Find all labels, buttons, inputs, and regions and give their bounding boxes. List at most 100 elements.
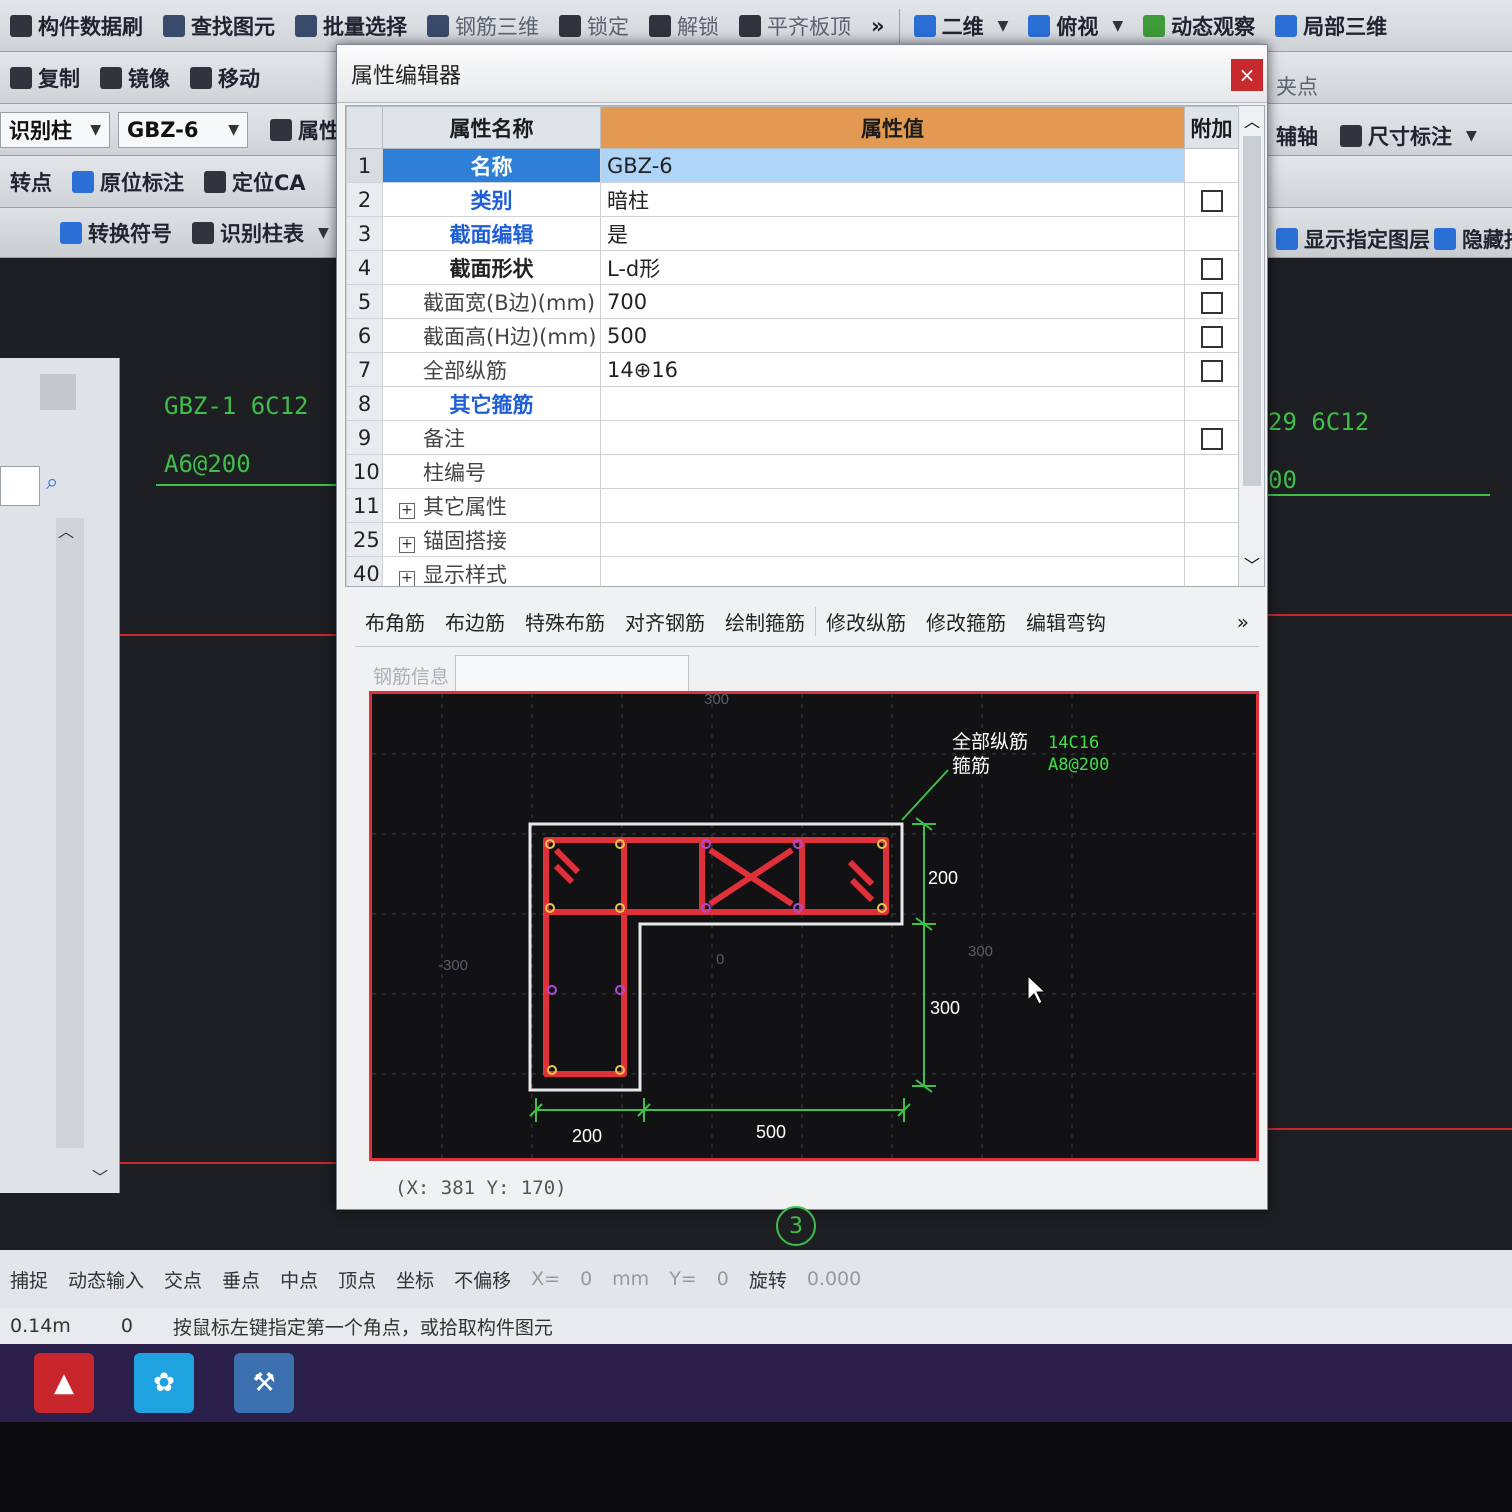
toolbar-item-turn-point[interactable]: 转点 <box>0 156 62 207</box>
component-type-select[interactable]: 识别柱 ▼ <box>0 111 110 148</box>
rotate-input[interactable]: 0.000 <box>797 1268 871 1290</box>
toolbar-item-move[interactable]: 移动 <box>180 52 270 103</box>
page-badge[interactable]: 3 <box>776 1206 816 1246</box>
property-value-input[interactable]: 暗柱 <box>600 182 1185 217</box>
toolbar-item-locate-cad[interactable]: 定位CA <box>194 156 316 207</box>
snap-perpendicular-toggle[interactable]: 垂点 <box>212 1266 270 1293</box>
show-layer-button[interactable]: 显示指定图层 <box>1266 214 1440 257</box>
property-row[interactable]: 8 其它箍筋 <box>346 386 1239 421</box>
section-preview[interactable]: 200 300 200 500 -300 300 0 300 全部纵筋 箍筋 1… <box>369 691 1259 1161</box>
expand-icon[interactable]: + <box>399 502 415 519</box>
property-grid-scrollbar[interactable]: ︿ ﹀ <box>1238 106 1264 586</box>
property-row[interactable]: 6 截面高(H边)(mm) 500 <box>346 318 1239 353</box>
chevron-up-icon[interactable]: ︿ <box>1244 108 1260 132</box>
property-value-input[interactable] <box>600 420 1185 455</box>
extra-checkbox[interactable] <box>1200 325 1223 348</box>
property-value-input[interactable]: GBZ-6 <box>600 148 1185 183</box>
property-row[interactable]: 4 截面形状 L-d形 <box>346 250 1239 285</box>
hide-layer-button[interactable]: 隐藏指 <box>1424 214 1512 257</box>
header-number <box>346 106 383 149</box>
property-value-input[interactable]: 是 <box>600 216 1185 251</box>
snap-coordinate-toggle[interactable]: 坐标 <box>386 1266 444 1293</box>
rebar-tool-edge[interactable]: 布边筋 <box>435 607 515 636</box>
toolbar-item-find[interactable]: 查找图元 <box>153 0 285 51</box>
expand-icon[interactable]: + <box>399 536 415 553</box>
property-value-input[interactable]: L-d形 <box>600 250 1185 285</box>
property-row[interactable]: 7 全部纵筋 14⊕16 <box>346 352 1239 387</box>
rebar-tool-align[interactable]: 对齐钢筋 <box>615 607 715 636</box>
property-row[interactable]: 2 类别 暗柱 <box>346 182 1239 217</box>
property-value-input[interactable] <box>600 454 1185 489</box>
component-type-value: 识别柱 <box>9 118 72 143</box>
chevron-up-icon[interactable]: ︿ <box>58 518 74 542</box>
aux-axis-button[interactable]: 辅轴 <box>1266 110 1328 155</box>
rebar-info-select[interactable] <box>455 655 690 695</box>
glodon-app-icon[interactable]: ⚒ <box>234 1353 294 1413</box>
search-input[interactable] <box>0 466 40 506</box>
extra-checkbox[interactable] <box>1200 359 1223 382</box>
extra-checkbox[interactable] <box>1200 427 1223 450</box>
property-row[interactable]: 9 备注 <box>346 420 1239 455</box>
rebar-tool-edit-stirrup[interactable]: 修改箍筋 <box>916 607 1016 636</box>
rebar-tool-edit-longitudinal[interactable]: 修改纵筋 <box>815 607 916 636</box>
offset-select[interactable]: 不偏移 <box>444 1266 521 1293</box>
extra-checkbox[interactable] <box>1200 189 1223 212</box>
property-value-input[interactable] <box>600 488 1185 523</box>
toolbar-item-copy[interactable]: 复制 <box>0 52 90 103</box>
snap-point-button[interactable]: 夹点 <box>1266 60 1328 103</box>
rebar-tool-special[interactable]: 特殊布筋 <box>515 607 615 636</box>
toolbar-item-inplace-annotation[interactable]: 原位标注 <box>62 156 194 207</box>
toolbar-item-local-3d[interactable]: 局部三维 <box>1265 0 1397 51</box>
component-name-select[interactable]: GBZ-6 ▼ <box>118 111 248 148</box>
panel-scrollbar[interactable] <box>56 518 84 1148</box>
properties-icon <box>270 118 292 141</box>
callout-value-stirrup: A8@200 <box>1048 755 1109 775</box>
snap-midpoint-toggle[interactable]: 中点 <box>270 1266 328 1293</box>
property-row[interactable]: 1 名称 GBZ-6 <box>346 148 1239 183</box>
toolbar-item-mirror[interactable]: 镜像 <box>90 52 180 103</box>
chat-app-icon[interactable]: ✿ <box>134 1353 194 1413</box>
panel-collapse-button[interactable] <box>40 374 76 410</box>
toolbar-item-convert-symbol[interactable]: 转换符号 <box>50 208 182 257</box>
cad-label: GBZ-1 6C12 <box>164 392 309 420</box>
view-2d-icon <box>913 14 936 37</box>
expand-icon[interactable]: + <box>399 570 415 586</box>
property-row[interactable]: 3 截面编辑是 <box>346 216 1239 251</box>
property-value-input[interactable]: 14⊕16 <box>600 352 1185 387</box>
autocad-app-icon[interactable]: ▲ <box>34 1353 94 1413</box>
snap-vertex-toggle[interactable]: 顶点 <box>328 1266 386 1293</box>
more-icon[interactable]: » <box>1227 610 1259 634</box>
rebar-tool-corner[interactable]: 布角筋 <box>355 607 435 636</box>
rotate-checkbox[interactable]: 旋转 <box>739 1266 797 1293</box>
rebar-tool-draw-stirrup[interactable]: 绘制箍筋 <box>715 607 815 636</box>
chevron-down-icon[interactable]: ﹀ <box>1244 552 1260 576</box>
y-input[interactable]: 0 <box>707 1268 739 1290</box>
rebar-tool-edit-hook[interactable]: 编辑弯钩 <box>1016 607 1116 636</box>
property-row[interactable]: 5 截面宽(B边)(mm) 700 <box>346 284 1239 319</box>
chevron-down-icon[interactable]: ﹀ <box>92 1164 108 1188</box>
snap-intersection-toggle[interactable]: 交点 <box>154 1266 212 1293</box>
property-row[interactable]: 11 + 其它属性 <box>346 488 1239 523</box>
property-value-input[interactable] <box>600 522 1185 557</box>
extra-checkbox[interactable] <box>1200 291 1223 314</box>
search-icon[interactable]: ⌕ <box>46 470 58 495</box>
snap-capture-toggle[interactable]: 捕捉 <box>0 1266 58 1293</box>
dynamic-input-toggle[interactable]: 动态输入 <box>58 1266 154 1293</box>
property-value-input[interactable] <box>600 386 1185 421</box>
property-value-input[interactable]: 700 <box>600 284 1185 319</box>
dimension-button[interactable]: 尺寸标注 ▼ <box>1330 110 1487 155</box>
property-row[interactable]: 25 + 锚固搭接 <box>346 522 1239 557</box>
extra-cell <box>1184 148 1239 183</box>
extra-checkbox[interactable] <box>1200 257 1223 280</box>
brush-icon <box>10 14 32 37</box>
x-input[interactable]: 0 <box>570 1268 602 1290</box>
chevron-down-icon: ▼ <box>318 224 329 241</box>
scrollbar-thumb[interactable] <box>1243 136 1261 486</box>
property-value-input[interactable] <box>600 556 1185 586</box>
property-value-input[interactable]: 500 <box>600 318 1185 353</box>
close-icon[interactable]: × <box>1231 59 1263 91</box>
property-row[interactable]: 10 柱编号 <box>346 454 1239 489</box>
property-row[interactable]: 40 + 显示样式 <box>346 556 1239 586</box>
toolbar-item-brush[interactable]: 构件数据刷 <box>0 0 153 51</box>
toolbar-item-recognize-column-table[interactable]: 识别柱表 ▼ <box>182 208 339 257</box>
